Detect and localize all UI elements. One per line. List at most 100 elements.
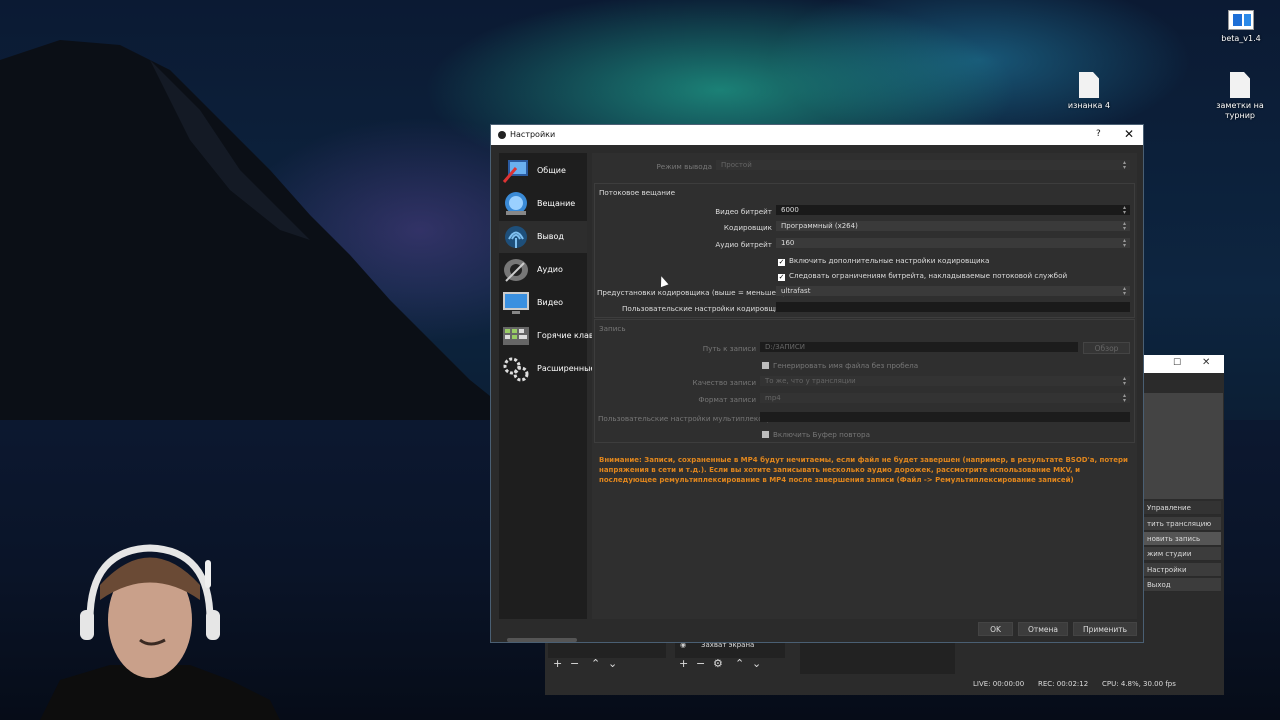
record-path-input[interactable]: D:/ЗАПИСИ: [760, 342, 1078, 352]
muxer-settings-input[interactable]: [760, 412, 1130, 422]
gear-icon[interactable]: ⚙: [713, 657, 723, 670]
close-icon[interactable]: ✕: [1124, 127, 1134, 141]
general-icon: [502, 160, 528, 183]
sidebar-item-video[interactable]: Видео: [499, 287, 587, 319]
sidebar-item-label: Видео: [537, 298, 564, 307]
spinner-arrows-icon: ▴ ▾: [1122, 376, 1126, 386]
desktop-icon-zametki[interactable]: заметки на турнир: [1210, 72, 1270, 121]
encoder-label: Кодировщик: [723, 223, 772, 232]
spinner-arrows-icon: ▴ ▾: [1122, 221, 1126, 231]
desktop-icon-label: beta_v1.4: [1221, 34, 1261, 43]
output-mode-label: Режим вывода: [656, 162, 712, 171]
dialog-titlebar: Настройки ? ✕: [491, 125, 1143, 145]
streaming-group-title: Потоковое вещание: [599, 188, 676, 197]
desktop-icon-label: заметки на турнир: [1216, 101, 1264, 120]
checkmark-icon: ✓: [778, 273, 785, 281]
sidebar-item-label: Вещание: [537, 199, 576, 208]
advanced-encoder-checkbox[interactable]: ✓ Включить дополнительные настройки кодир…: [778, 256, 989, 266]
no-space-filename-checkbox[interactable]: Генерировать имя файла без пробела: [762, 361, 918, 370]
record-quality-select[interactable]: То же, что у трансляции ▴ ▾: [760, 376, 1130, 386]
video-bitrate-input[interactable]: 6000 ▴ ▾: [776, 205, 1130, 215]
advanced-icon: [503, 357, 529, 382]
preview-area: [1143, 393, 1223, 499]
checkmark-icon: ✓: [778, 258, 785, 266]
replay-buffer-checkbox[interactable]: Включить Буфер повтора: [762, 430, 870, 439]
add-scene-icon[interactable]: +: [553, 657, 562, 670]
maximize-icon[interactable]: ☐: [1173, 358, 1181, 368]
desktop-icon-beta[interactable]: beta_v1.4: [1211, 10, 1271, 44]
studio-mode-button[interactable]: жим студии: [1143, 547, 1221, 561]
content-scrollbar[interactable]: [1138, 153, 1142, 619]
settings-button[interactable]: Настройки: [1143, 563, 1221, 577]
start-stream-button[interactable]: тить трансляцию: [1143, 517, 1221, 531]
audio-bitrate-select[interactable]: 160 ▴ ▾: [776, 238, 1130, 248]
obs-main-titlebar: ☐ ✕: [1143, 355, 1224, 373]
spinner-arrows-icon[interactable]: ▴ ▾: [1123, 205, 1126, 215]
encoder-preset-select[interactable]: ultrafast ▴ ▾: [776, 286, 1130, 296]
spinner-arrows-icon: ▴ ▾: [1122, 160, 1126, 170]
exit-button[interactable]: Выход: [1143, 578, 1221, 592]
spinner-arrows-icon: ▴ ▾: [1122, 286, 1126, 296]
stream-icon: [505, 192, 527, 215]
output-mode-select[interactable]: Простой ▴ ▾: [716, 160, 1130, 170]
move-down-icon[interactable]: ⌄: [608, 657, 617, 670]
obs-logo-icon: [498, 131, 506, 139]
status-bar: LIVE: 00:00:00 REC: 00:02:12 CPU: 4.8%, …: [545, 675, 1224, 695]
audio-bitrate-label: Аудио битрейт: [715, 240, 772, 249]
record-format-select[interactable]: mp4 ▴ ▾: [760, 393, 1130, 403]
help-icon[interactable]: ?: [1096, 129, 1101, 139]
move-down-icon[interactable]: ⌄: [752, 657, 761, 670]
sidebar-item-advanced[interactable]: Расширенные: [499, 353, 595, 385]
muxer-settings-label: Пользовательские настройки мультиплексор…: [598, 414, 776, 423]
enforce-bitrate-checkbox[interactable]: ✓ Следовать ограничениям битрейта, наклад…: [778, 271, 1067, 281]
sidebar-scrollbar[interactable]: [507, 638, 577, 642]
move-up-icon[interactable]: ⌃: [591, 657, 600, 670]
sidebar-item-label: Вывод: [537, 232, 564, 241]
ok-button[interactable]: OK: [978, 622, 1013, 636]
settings-dialog: Настройки ? ✕ Общие Вещание Вывод Аудио …: [490, 124, 1144, 643]
record-format-label: Формат записи: [698, 395, 756, 404]
hotkeys-icon: [503, 327, 529, 345]
remove-scene-icon[interactable]: −: [570, 657, 579, 670]
video-icon: [503, 292, 529, 314]
mixer-dock: [800, 638, 955, 674]
webcam-overlay: [40, 544, 280, 720]
streaming-group: Потоковое вещание: [594, 183, 1135, 318]
move-up-icon[interactable]: ⌃: [735, 657, 744, 670]
close-icon[interactable]: ✕: [1202, 357, 1210, 368]
sidebar-item-label: Общие: [537, 166, 566, 175]
file-icon: [1079, 72, 1099, 98]
cancel-button[interactable]: Отмена: [1018, 622, 1068, 636]
apply-button[interactable]: Применить: [1073, 622, 1137, 636]
file-icon: [1230, 72, 1250, 98]
mountain-silhouette: [0, 40, 520, 420]
sidebar-item-stream[interactable]: Вещание: [499, 188, 587, 220]
rec-status: REC: 00:02:12: [1038, 680, 1089, 688]
video-bitrate-label: Видео битрейт: [715, 207, 772, 216]
sidebar-item-general[interactable]: Общие: [499, 155, 587, 187]
record-path-label: Путь к записи: [702, 344, 756, 353]
desktop-icon-label: изнанка 4: [1067, 101, 1111, 110]
sidebar-item-label: Аудио: [537, 265, 563, 274]
sidebar-item-output[interactable]: Вывод: [499, 221, 587, 253]
mp4-warning-text: Внимание: Записи, сохраненные в MP4 буду…: [599, 456, 1128, 484]
browse-button[interactable]: Обзор: [1083, 342, 1130, 354]
desktop-icon-iznanka[interactable]: изнанка 4: [1059, 72, 1119, 111]
audio-icon: [504, 259, 528, 282]
sidebar-item-audio[interactable]: Аудио: [499, 254, 587, 286]
custom-encoder-label: Пользовательские настройки кодировщика: [622, 304, 789, 313]
add-source-icon[interactable]: +: [679, 657, 688, 670]
output-icon: [505, 226, 527, 248]
settings-content: Режим вывода Простой ▴ ▾ Потоковое вещани…: [592, 153, 1137, 619]
custom-encoder-input[interactable]: [776, 302, 1130, 312]
encoder-select[interactable]: Программный (x264) ▴ ▾: [776, 221, 1130, 231]
remove-source-icon[interactable]: −: [696, 657, 705, 670]
sidebar-item-hotkeys[interactable]: Горячие клави: [499, 320, 599, 352]
spinner-arrows-icon: ▴ ▾: [1122, 238, 1126, 248]
spinner-arrows-icon: ▴ ▾: [1122, 393, 1126, 403]
sidebar-item-label: Горячие клави: [537, 331, 599, 340]
settings-sidebar: Общие Вещание Вывод Аудио Видео Горячие …: [499, 153, 599, 642]
dialog-title: Настройки: [510, 130, 556, 139]
stop-recording-button[interactable]: новить запись: [1143, 532, 1221, 546]
cpu-status: CPU: 4.8%, 30.00 fps: [1102, 680, 1176, 688]
